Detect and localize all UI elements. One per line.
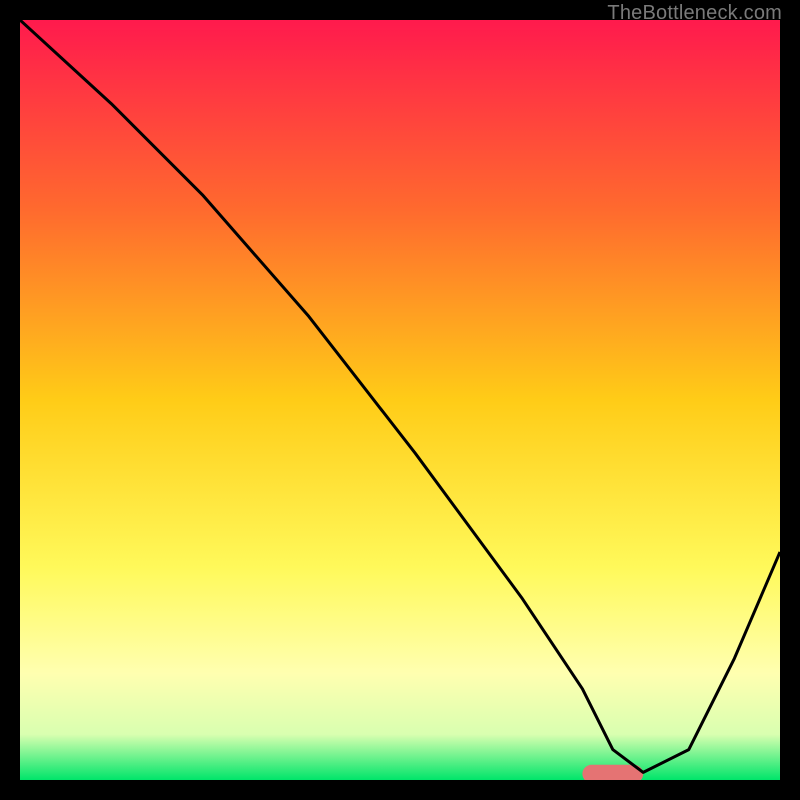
bottleneck-chart [20, 20, 780, 780]
chart-background [20, 20, 780, 780]
chart-svg [20, 20, 780, 780]
chart-frame: TheBottleneck.com [0, 0, 800, 800]
